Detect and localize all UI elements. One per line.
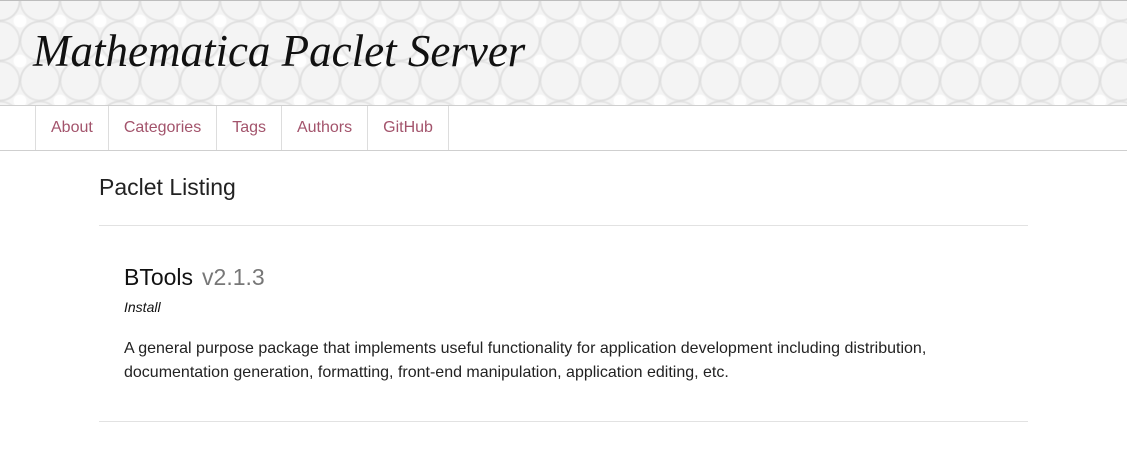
site-title: Mathematica Paclet Server [33,26,526,76]
paclet-description: A general purpose package that implement… [124,340,927,381]
divider-bottom [99,421,1028,422]
main-nav: About Categories Tags Authors GitHub [0,106,1127,151]
nav-item-categories[interactable]: Categories [109,106,218,150]
divider-top [99,225,1028,226]
nav-item-about[interactable]: About [36,106,109,150]
paclet-version: v2.1.3 [202,264,265,290]
paclet-title: BTools v2.1.3 [124,262,1004,292]
nav-item-authors[interactable]: Authors [282,106,369,150]
install-link[interactable]: Install [124,299,161,315]
paclet-entry: BTools v2.1.3 Install A general purpose p… [124,262,1004,385]
nav-item-github[interactable]: GitHub [368,106,449,150]
site-banner: Mathematica Paclet Server [0,0,1127,106]
page-heading: Paclet Listing [99,174,236,200]
nav-list: About Categories Tags Authors GitHub [35,106,449,150]
paclet-name[interactable]: BTools [124,264,193,290]
nav-item-tags[interactable]: Tags [217,106,282,150]
